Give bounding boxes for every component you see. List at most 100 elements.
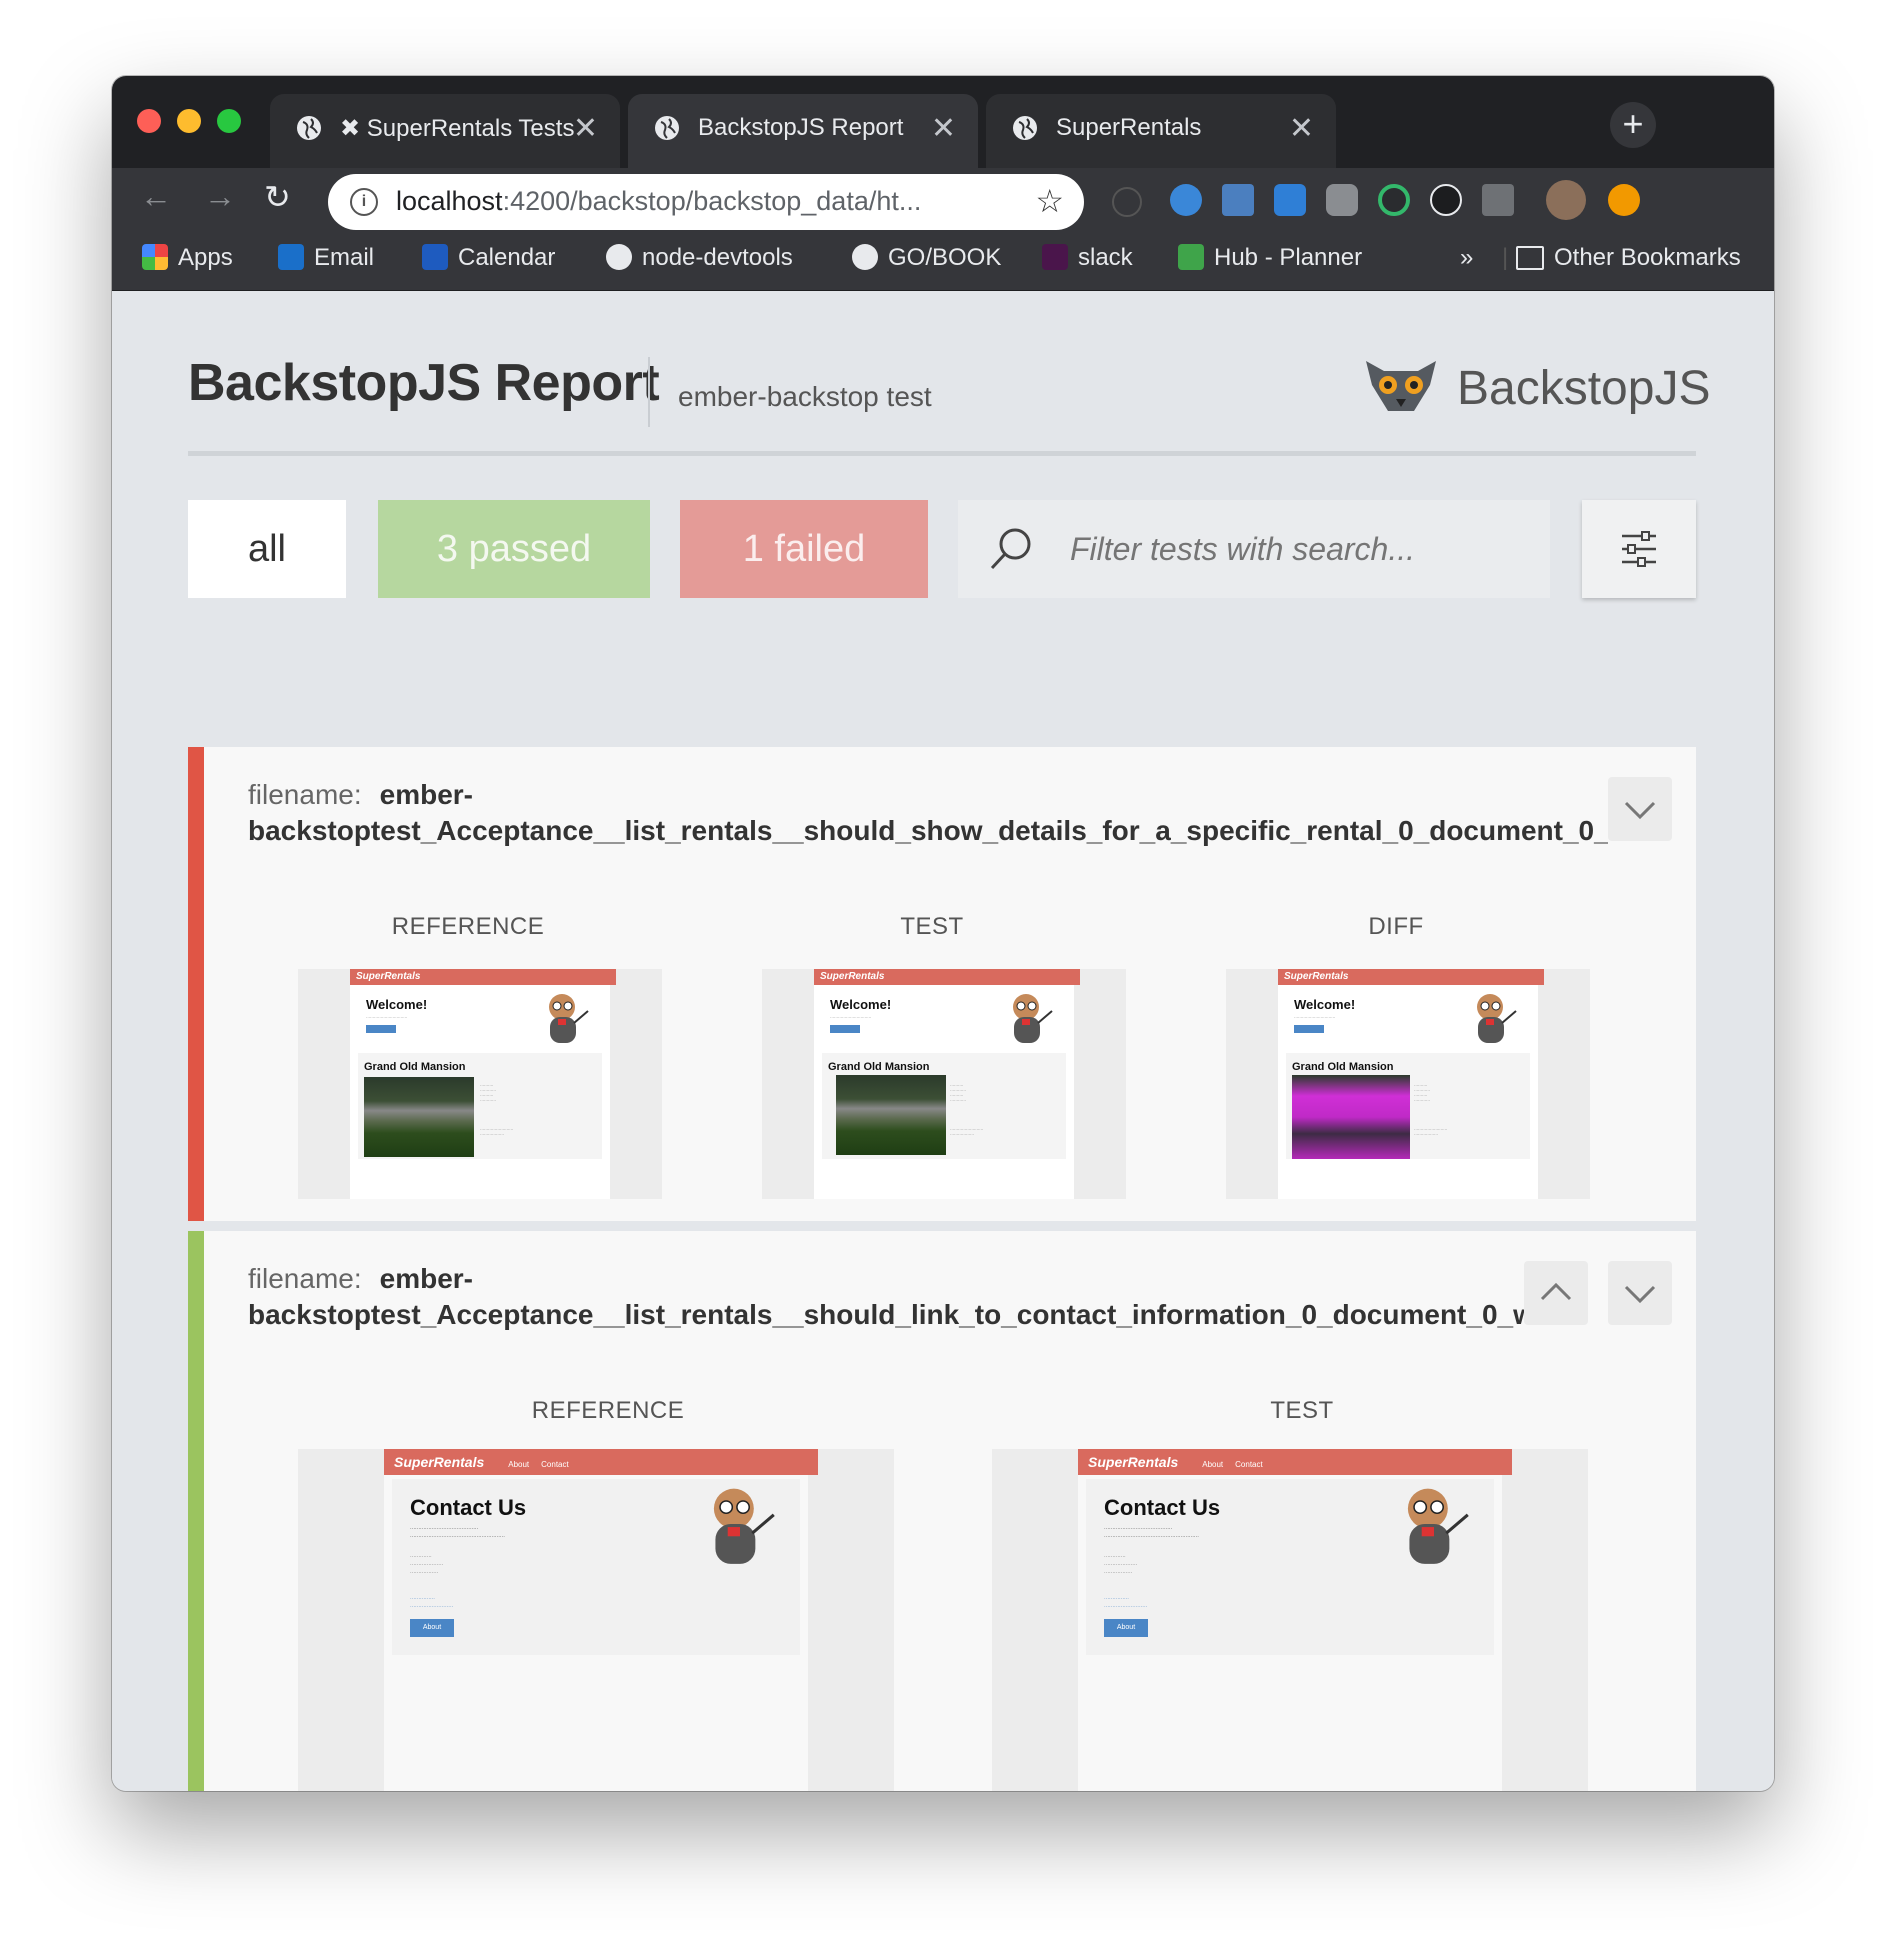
- camera-extension-icon[interactable]: [1482, 184, 1514, 216]
- bookmark-node-devtools[interactable]: node-devtools: [606, 244, 793, 272]
- address-bar[interactable]: i localhost:4200/backstop/backstop_data/…: [328, 174, 1084, 230]
- column-label-test: TEST: [900, 913, 964, 940]
- snapshot-details: ·········· ············ ·········· ········…: [480, 1083, 496, 1103]
- column-label-reference: REFERENCE: [531, 1397, 685, 1424]
- filename: filename: ember- backstoptest_Acceptance_…: [248, 1261, 1558, 1333]
- reference-image[interactable]: SuperRentals About Contact Contact Us ····…: [298, 1449, 894, 1791]
- test-image[interactable]: SuperRentals Welcome! ··················…: [762, 969, 1126, 1199]
- diff-image[interactable]: SuperRentals Welcome! ··················…: [1226, 969, 1590, 1199]
- info-icon[interactable]: i: [350, 188, 378, 216]
- snapshot-details: ·········· ············ ·········· ········…: [1414, 1083, 1430, 1103]
- tab-superrentals-tests[interactable]: ✖ SuperRentals Tests ✕: [270, 94, 620, 168]
- snapshot-heading: Contact Us: [410, 1495, 527, 1520]
- tomster-mascot-icon: [713, 1488, 775, 1564]
- snapshot-item-title: Grand Old Mansion: [1292, 1061, 1394, 1073]
- close-tab-icon[interactable]: ✕: [573, 111, 598, 146]
- browser-window: ✖ SuperRentals Tests ✕ BackstopJS Report…: [112, 76, 1774, 1791]
- snapshot: SuperRentals About Contact Contact Us ····…: [1078, 1449, 1512, 1791]
- close-tab-icon[interactable]: ✕: [1289, 111, 1314, 146]
- bookmark-label: node-devtools: [642, 244, 793, 271]
- snapshot-heading: Welcome!: [830, 997, 892, 1012]
- search-input[interactable]: [1068, 526, 1532, 572]
- filter-failed-button[interactable]: 1 failed: [680, 500, 928, 598]
- bookmark-label: GO/BOOK: [888, 244, 1002, 271]
- bookmark-label: Email: [314, 244, 375, 271]
- tab-superrentals[interactable]: SuperRentals ✕: [986, 94, 1336, 168]
- tab-title: ✖ SuperRentals Tests: [340, 115, 575, 142]
- bookmark-email[interactable]: Email: [278, 244, 374, 272]
- apps-grid-icon: [142, 244, 168, 270]
- compass-extension-icon[interactable]: [1274, 184, 1306, 216]
- react-devtools-icon[interactable]: [1430, 184, 1462, 216]
- bookmark-label: slack: [1078, 244, 1133, 271]
- snapshot-app-name: SuperRentals: [820, 971, 885, 982]
- column-label-test: TEST: [1270, 1397, 1334, 1424]
- chevron-up-icon: [1540, 1282, 1572, 1301]
- settings-button[interactable]: [1582, 500, 1696, 598]
- bookmark-go-book[interactable]: GO/BOOK: [852, 244, 1001, 272]
- snapshot-heading: Welcome!: [1294, 997, 1356, 1012]
- update-icon[interactable]: [1608, 184, 1640, 216]
- forward-arrow-icon[interactable]: →: [204, 178, 236, 215]
- search-icon: [990, 528, 1031, 570]
- bookmarks-overflow-button[interactable]: »: [1460, 244, 1473, 272]
- column-label-diff: DIFF: [1368, 913, 1424, 940]
- test-card-passed: filename: ember- backstoptest_Acceptance_…: [188, 1231, 1696, 1791]
- snapshot: SuperRentals About Contact Contact Us ····…: [384, 1449, 818, 1791]
- bookmark-apps[interactable]: Apps: [142, 244, 233, 272]
- snapshot-app-bar: SuperRentals: [350, 969, 616, 985]
- circle-extension-icon[interactable]: [1170, 184, 1202, 216]
- collapse-button[interactable]: [1524, 1261, 1588, 1325]
- tab-backstopjs-report[interactable]: BackstopJS Report ✕: [628, 94, 978, 168]
- header-divider: [648, 357, 650, 427]
- snapshot-button: [366, 1025, 396, 1033]
- snapshot-description: ························· ···············…: [480, 1127, 514, 1137]
- header-rule: [188, 451, 1696, 456]
- back-arrow-icon[interactable]: ←: [140, 178, 172, 215]
- other-bookmarks[interactable]: Other Bookmarks: [1516, 244, 1741, 272]
- expand-button[interactable]: [1608, 777, 1672, 841]
- walkme-extension-icon[interactable]: [1326, 184, 1358, 216]
- filter-passed-button[interactable]: 3 passed: [378, 500, 650, 598]
- cookie-extension-icon[interactable]: [1222, 184, 1254, 216]
- snapshot-about-button: About: [410, 1619, 454, 1637]
- snapshot-about-button: About: [1104, 1619, 1148, 1637]
- filename-label: filename:: [248, 779, 362, 810]
- snapshot-app-name: SuperRentals: [394, 1454, 485, 1470]
- bookmark-hub-planner[interactable]: Hub - Planner: [1178, 244, 1362, 272]
- filename-line1: ember-: [379, 1263, 473, 1294]
- bookmark-calendar[interactable]: Calendar: [422, 244, 555, 272]
- profile-avatar[interactable]: [1546, 180, 1586, 220]
- tomster-mascot-icon: [549, 994, 589, 1043]
- snapshot-app-name: SuperRentals: [1284, 971, 1349, 982]
- test-image[interactable]: SuperRentals About Contact Contact Us ····…: [992, 1449, 1588, 1791]
- maximize-window-button[interactable]: [217, 109, 241, 133]
- sliders-icon: [1622, 531, 1656, 567]
- bookmark-slack[interactable]: slack: [1042, 244, 1133, 272]
- slack-icon: [1042, 244, 1068, 270]
- snapshot-text: ········································…: [1104, 1526, 1199, 1540]
- calendar-icon: [422, 244, 448, 270]
- extension-icon[interactable]: [1112, 187, 1142, 217]
- snapshot-text: ·······························: [830, 1015, 872, 1020]
- snapshot: SuperRentals Welcome! ··················…: [814, 969, 1080, 1199]
- filename: filename: ember- backstoptest_Acceptance_…: [248, 777, 1608, 849]
- snapshot-heading: Contact Us: [1104, 1495, 1221, 1520]
- snapshot-address: ············· ···················· ·······…: [1104, 1554, 1138, 1576]
- url-text: localhost:4200/backstop/backstop_data/ht…: [396, 186, 921, 217]
- reference-image[interactable]: SuperRentals Welcome! ··················…: [298, 969, 662, 1199]
- filename-label: filename:: [248, 1263, 362, 1294]
- new-tab-button[interactable]: +: [1610, 102, 1656, 148]
- close-tab-icon[interactable]: ✕: [931, 111, 956, 146]
- snapshot-description: ························· ···············…: [950, 1127, 984, 1137]
- target-extension-icon[interactable]: [1378, 184, 1410, 216]
- reload-icon[interactable]: ↻: [264, 178, 291, 216]
- bookmark-star-icon[interactable]: ☆: [1035, 182, 1064, 220]
- expand-button[interactable]: [1608, 1261, 1672, 1325]
- close-window-button[interactable]: [137, 109, 161, 133]
- filter-all-button[interactable]: all: [188, 500, 346, 598]
- hub-planner-icon: [1178, 244, 1204, 270]
- snapshot-app-bar: SuperRentals: [814, 969, 1080, 985]
- minimize-window-button[interactable]: [177, 109, 201, 133]
- bookmark-label: Other Bookmarks: [1554, 244, 1741, 271]
